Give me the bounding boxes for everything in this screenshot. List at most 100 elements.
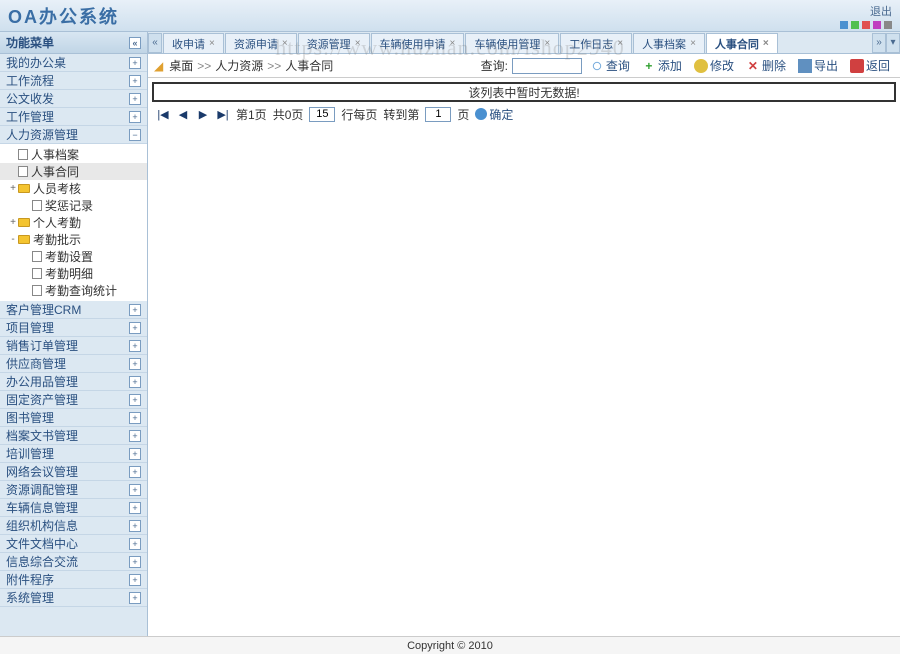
- pager-last-icon[interactable]: ▶|: [216, 108, 230, 121]
- tree-node-考勤批示[interactable]: -考勤批示: [0, 231, 147, 248]
- tree-node-人事合同[interactable]: 人事合同: [0, 163, 147, 180]
- sidebar-item-0[interactable]: 我的办公桌+: [0, 54, 147, 72]
- tab-6[interactable]: 人事档案×: [633, 33, 705, 53]
- expand-icon[interactable]: +: [129, 430, 141, 442]
- file-icon: [32, 251, 42, 262]
- tab-close-icon[interactable]: ×: [763, 38, 769, 49]
- back-button[interactable]: 返回: [846, 57, 894, 74]
- tab-3[interactable]: 车辆使用申请×: [371, 33, 465, 53]
- tab-close-icon[interactable]: ×: [282, 38, 288, 49]
- expand-icon[interactable]: +: [129, 394, 141, 406]
- theme-color-picker[interactable]: [840, 21, 892, 29]
- expand-icon[interactable]: +: [129, 322, 141, 334]
- tab-close-icon[interactable]: ×: [355, 38, 361, 49]
- expand-icon[interactable]: +: [129, 111, 141, 123]
- sidebar-item-17[interactable]: 组织机构信息+: [0, 517, 147, 535]
- sidebar-item-16[interactable]: 车辆信息管理+: [0, 499, 147, 517]
- pager-next-icon[interactable]: ▶: [196, 108, 210, 121]
- tab-scroll-right[interactable]: »: [872, 33, 886, 53]
- tab-scroll-left[interactable]: «: [148, 33, 162, 53]
- expand-icon[interactable]: +: [129, 520, 141, 532]
- tree-node-个人考勤[interactable]: +个人考勤: [0, 214, 147, 231]
- sidebar-item-6[interactable]: 项目管理+: [0, 319, 147, 337]
- folder-icon: [18, 218, 30, 227]
- back-icon: [850, 59, 864, 73]
- tab-1[interactable]: 资源申请×: [225, 33, 297, 53]
- tab-5[interactable]: 工作日志×: [560, 33, 632, 53]
- sidebar-item-14[interactable]: 网络会议管理+: [0, 463, 147, 481]
- sidebar-item-10[interactable]: 固定资产管理+: [0, 391, 147, 409]
- search-button[interactable]: 查询: [586, 57, 634, 74]
- pager-confirm-button[interactable]: 确定: [475, 106, 513, 123]
- sidebar-item-19[interactable]: 信息综合交流+: [0, 553, 147, 571]
- expand-icon[interactable]: +: [129, 57, 141, 69]
- sidebar-item-2[interactable]: 公文收发+: [0, 90, 147, 108]
- sidebar-item-8[interactable]: 供应商管理+: [0, 355, 147, 373]
- sidebar-item-11[interactable]: 图书管理+: [0, 409, 147, 427]
- expand-icon[interactable]: +: [129, 556, 141, 568]
- tab-2[interactable]: 资源管理×: [298, 33, 370, 53]
- rows-per-page-input[interactable]: [309, 107, 335, 122]
- tab-7[interactable]: 人事合同×: [706, 33, 778, 53]
- file-icon: [32, 268, 42, 279]
- expand-icon[interactable]: +: [129, 502, 141, 514]
- expand-icon[interactable]: +: [129, 376, 141, 388]
- tab-close-icon[interactable]: ×: [209, 38, 215, 49]
- pager-first-icon[interactable]: |◀: [156, 108, 170, 121]
- goto-page-input[interactable]: [425, 107, 451, 122]
- delete-button[interactable]: ✕删除: [742, 57, 790, 74]
- tree-node-考勤设置[interactable]: 考勤设置: [0, 248, 147, 265]
- tab-close-icon[interactable]: ×: [450, 38, 456, 49]
- expand-icon[interactable]: +: [129, 340, 141, 352]
- delete-icon: ✕: [746, 59, 760, 73]
- sidebar: 功能菜单 « 我的办公桌+工作流程+公文收发+工作管理+人力资源管理−人事档案人…: [0, 32, 148, 636]
- tab-0[interactable]: 收申请×: [163, 33, 224, 53]
- folder-icon: [18, 235, 30, 244]
- tree-node-奖惩记录[interactable]: 奖惩记录: [0, 197, 147, 214]
- sidebar-item-1[interactable]: 工作流程+: [0, 72, 147, 90]
- breadcrumb-path1[interactable]: 人力资源: [215, 57, 263, 74]
- sidebar-item-5[interactable]: 客户管理CRM+: [0, 301, 147, 319]
- collapse-icon[interactable]: −: [129, 129, 141, 141]
- edit-button[interactable]: 修改: [690, 57, 738, 74]
- expand-icon[interactable]: +: [129, 538, 141, 550]
- expand-icon[interactable]: +: [129, 484, 141, 496]
- sidebar-item-9[interactable]: 办公用品管理+: [0, 373, 147, 391]
- sidebar-item-15[interactable]: 资源调配管理+: [0, 481, 147, 499]
- tab-close-icon[interactable]: ×: [544, 38, 550, 49]
- sidebar-item-13[interactable]: 培训管理+: [0, 445, 147, 463]
- sidebar-item-18[interactable]: 文件文档中心+: [0, 535, 147, 553]
- sidebar-item-7[interactable]: 销售订单管理+: [0, 337, 147, 355]
- tab-4[interactable]: 车辆使用管理×: [465, 33, 559, 53]
- sidebar-item-4[interactable]: 人力资源管理−: [0, 126, 147, 144]
- expand-icon[interactable]: +: [129, 304, 141, 316]
- sidebar-item-3[interactable]: 工作管理+: [0, 108, 147, 126]
- expand-icon[interactable]: +: [129, 592, 141, 604]
- expand-icon[interactable]: +: [129, 93, 141, 105]
- export-button[interactable]: 导出: [794, 57, 842, 74]
- tab-close-icon[interactable]: ×: [617, 38, 623, 49]
- tab-menu-icon[interactable]: ▾: [886, 33, 900, 53]
- add-button[interactable]: +添加: [638, 57, 686, 74]
- sidebar-item-12[interactable]: 档案文书管理+: [0, 427, 147, 445]
- expand-icon[interactable]: +: [129, 412, 141, 424]
- rows-per-page-label: 行每页: [341, 106, 377, 123]
- search-input[interactable]: [512, 58, 582, 74]
- expand-icon[interactable]: +: [129, 574, 141, 586]
- tree-node-考勤查询统计[interactable]: 考勤查询统计: [0, 282, 147, 299]
- breadcrumb-root[interactable]: 桌面: [169, 57, 193, 74]
- tree-node-人事档案[interactable]: 人事档案: [0, 146, 147, 163]
- tree-node-人员考核[interactable]: +人员考核: [0, 180, 147, 197]
- expand-icon[interactable]: +: [129, 75, 141, 87]
- sidebar-collapse-icon[interactable]: «: [129, 37, 141, 49]
- main-content: « 收申请×资源申请×资源管理×车辆使用申请×车辆使用管理×工作日志×人事档案×…: [148, 32, 900, 636]
- logout-link[interactable]: 退出: [870, 3, 892, 19]
- tab-close-icon[interactable]: ×: [690, 38, 696, 49]
- expand-icon[interactable]: +: [129, 466, 141, 478]
- expand-icon[interactable]: +: [129, 448, 141, 460]
- sidebar-item-20[interactable]: 附件程序+: [0, 571, 147, 589]
- expand-icon[interactable]: +: [129, 358, 141, 370]
- tree-node-考勤明细[interactable]: 考勤明细: [0, 265, 147, 282]
- pager-prev-icon[interactable]: ◀: [176, 108, 190, 121]
- sidebar-item-21[interactable]: 系统管理+: [0, 589, 147, 607]
